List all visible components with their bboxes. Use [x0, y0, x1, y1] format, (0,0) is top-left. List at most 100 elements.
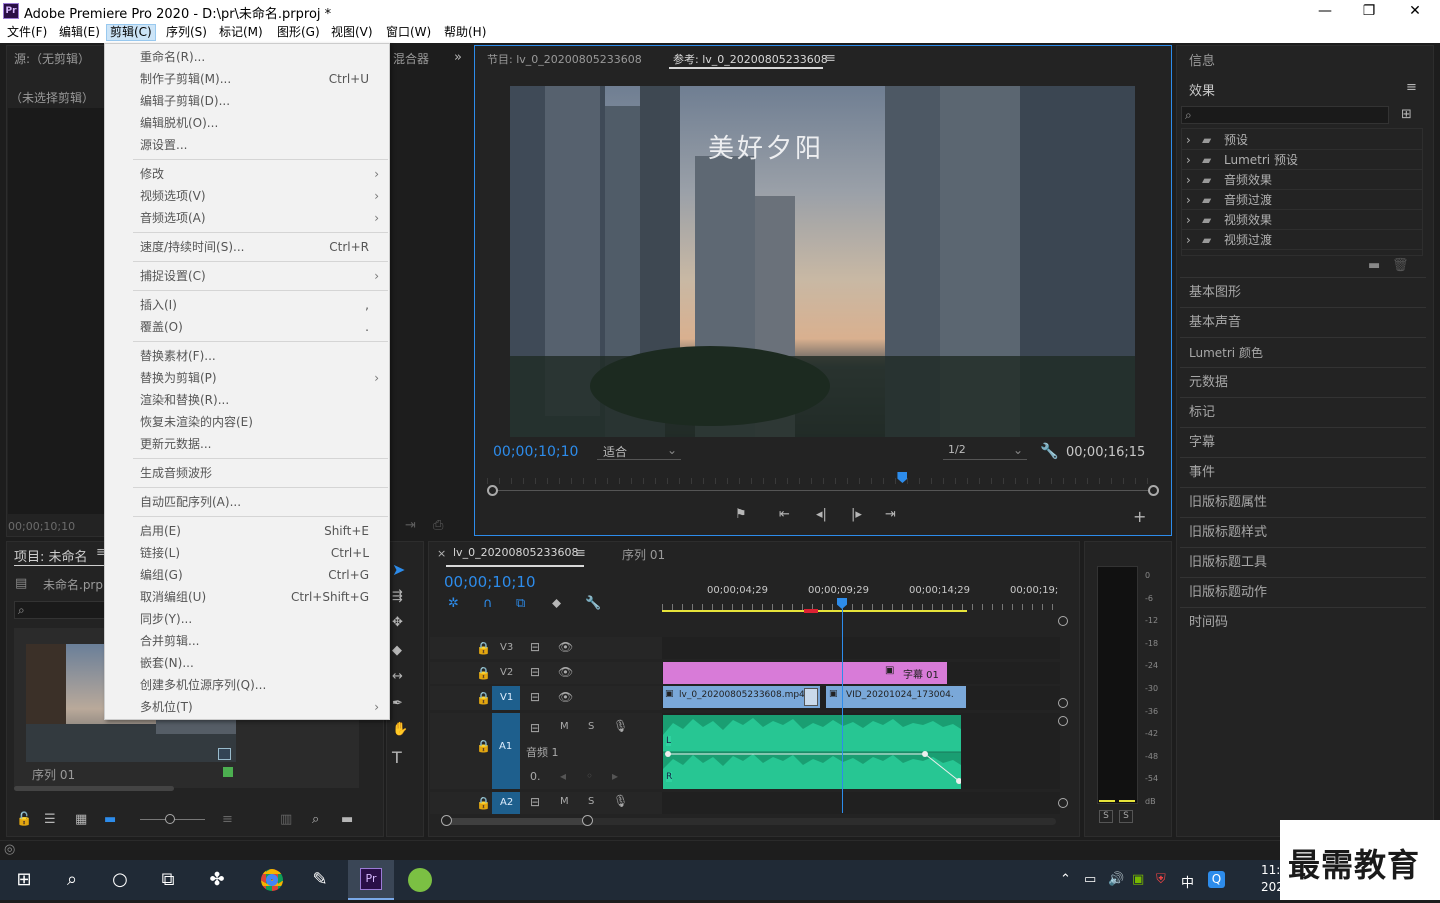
project-panel-title[interactable]: 项目: 未命名	[14, 546, 88, 565]
ripple-edit-tool-icon[interactable]: ✥	[392, 616, 403, 629]
pen-tool-icon[interactable]: ✒	[392, 697, 403, 710]
eye-icon[interactable]: 👁	[558, 665, 573, 679]
scroll-right-handle[interactable]	[582, 815, 593, 826]
lock-icon[interactable]: 🔒	[476, 739, 491, 753]
v-scroll-handle[interactable]	[1058, 616, 1068, 626]
folder-icon[interactable]: ▬	[1368, 259, 1380, 272]
new-bin-icon[interactable]: ⊞	[1401, 108, 1412, 121]
track-select-tool-icon[interactable]: ⇶	[392, 590, 403, 603]
find-icon[interactable]: ⌕	[312, 813, 319, 826]
solo-left-button[interactable]: S	[1099, 810, 1113, 823]
panel-markers[interactable]: 标记	[1180, 398, 1426, 428]
premiere-taskbar-button[interactable]: Pr	[348, 860, 394, 900]
insert-icon[interactable]: ⇥	[405, 519, 416, 532]
pan-value[interactable]: 0.	[530, 770, 541, 783]
clip-menu-item[interactable]: 恢复未渲染的内容(E)	[105, 411, 389, 433]
taskbar-clock[interactable]: 11:	[1261, 863, 1280, 877]
lock-icon[interactable]: 🔒	[476, 691, 491, 705]
prev-keyframe-icon[interactable]: ◂	[560, 769, 566, 783]
effects-item-video-transitions[interactable]: › ▰ 视频过渡	[1182, 230, 1422, 250]
task-view-icon[interactable]: ⧉	[148, 864, 188, 896]
qq-icon[interactable]: Q	[1208, 871, 1225, 888]
clip-menu-item[interactable]: 编组(G) Ctrl+G	[105, 564, 389, 586]
wrench-icon[interactable]: 🔧	[1040, 444, 1059, 459]
reference-tab[interactable]: 参考: lv_0_20200805233608	[673, 51, 828, 67]
clip-menu-item[interactable]: 源设置...	[105, 134, 389, 156]
menu-edit[interactable]: 编辑(E)	[56, 24, 103, 41]
a-scroll-handle[interactable]	[1058, 798, 1068, 808]
zoom-slider-handle[interactable]	[165, 814, 175, 824]
track-label-v1[interactable]: V1	[500, 692, 513, 703]
effects-item-presets[interactable]: › ▰ 预设	[1182, 130, 1422, 150]
sequence-tab[interactable]: 序列 01	[622, 546, 665, 563]
clip-menu-item[interactable]: 创建多机位源序列(Q)...	[105, 674, 389, 696]
list-view-icon[interactable]: ☰	[44, 813, 56, 826]
panel-essential-graphics[interactable]: 基本图形	[1180, 278, 1426, 308]
microphone-icon[interactable]: 🎙	[613, 794, 628, 808]
effects-item-video-effects[interactable]: › ▰ 视频效果	[1182, 210, 1422, 230]
panel-overflow-icon[interactable]: »	[454, 51, 462, 64]
eye-icon[interactable]: 👁	[558, 690, 573, 704]
selection-tool-icon[interactable]: ➤	[392, 562, 405, 578]
show-hidden-icons[interactable]: ⌃	[1060, 872, 1071, 887]
clip-menu-item[interactable]: 编辑子剪辑(D)...	[105, 90, 389, 112]
add-button-icon[interactable]: +	[1133, 509, 1146, 525]
step-forward-icon[interactable]: |▸	[851, 508, 862, 521]
nvidia-icon[interactable]: ▣	[1132, 872, 1144, 887]
slip-tool-icon[interactable]: ↔	[392, 670, 403, 683]
clip-menu-item[interactable]: 速度/持续时间(S)... Ctrl+R	[105, 236, 389, 258]
track-label-v3[interactable]: V3	[500, 642, 513, 653]
lock-icon[interactable]: 🔒	[476, 666, 491, 680]
effects-panel-title[interactable]: 效果	[1189, 80, 1215, 99]
lock-icon[interactable]: 🔒	[476, 641, 491, 655]
clip-menu-item[interactable]: 覆盖(O).	[105, 316, 389, 338]
menu-view[interactable]: 视图(V)	[328, 24, 376, 41]
chrome-icon[interactable]	[252, 864, 292, 896]
scrub-start-handle[interactable]	[487, 485, 498, 496]
automate-icon[interactable]: ▥	[280, 813, 292, 826]
panel-legacy-title-properties[interactable]: 旧版标题属性	[1180, 488, 1426, 518]
hamburger-icon[interactable]: ≡	[1406, 81, 1417, 94]
timeline-tab[interactable]: lv_0_20200805233608	[453, 546, 579, 559]
title-clip[interactable]: ▣ 字幕 01	[663, 662, 947, 684]
project-search-input[interactable]: ⌕	[14, 601, 106, 619]
clip-menu-item[interactable]: 修改 ›	[105, 163, 389, 185]
solo-toggle[interactable]: S	[588, 796, 594, 807]
scroll-left-handle[interactable]	[441, 815, 452, 826]
track-lane-a2[interactable]	[662, 792, 1060, 814]
volume-icon[interactable]: 🔊	[1108, 872, 1124, 887]
clip-menu-item[interactable]: 启用(E) Shift+E	[105, 520, 389, 542]
clip-menu-item[interactable]: 取消编组(U) Ctrl+Shift+G	[105, 586, 389, 608]
program-scrub-bar[interactable]	[492, 490, 1154, 491]
pinwheel-app-icon[interactable]: ✤	[197, 864, 237, 896]
hand-tool-icon[interactable]: ✋	[392, 723, 408, 736]
sync-lock-icon[interactable]: ⊟	[530, 795, 540, 809]
video-clip-2[interactable]: ▣ VID_20201024_173004.	[826, 686, 966, 708]
clip-menu-item[interactable]: 替换素材(F)...	[105, 345, 389, 367]
close-button[interactable]: ✕	[1392, 0, 1438, 22]
go-to-in-icon[interactable]: ⇤	[779, 508, 790, 521]
panel-events[interactable]: 事件	[1180, 458, 1426, 488]
eye-icon[interactable]: 👁	[558, 640, 573, 654]
track-label-v2[interactable]: V2	[500, 667, 513, 678]
panel-essential-sound[interactable]: 基本声音	[1180, 308, 1426, 338]
audio-clip[interactable]: L R	[663, 715, 961, 789]
effects-search-input[interactable]: ⌕	[1181, 106, 1389, 124]
panel-legacy-title-styles[interactable]: 旧版标题样式	[1180, 518, 1426, 548]
timeline-h-scroll-thumb[interactable]	[446, 818, 588, 825]
audio-mixer-tab[interactable]: 混合器	[393, 50, 429, 67]
clip-menu-item[interactable]: 音频选项(A) ›	[105, 207, 389, 229]
sync-lock-icon[interactable]: ⊟	[530, 721, 540, 735]
clip-menu-item[interactable]: 自动匹配序列(A)...	[105, 491, 389, 513]
clip-menu-item[interactable]: 嵌套(N)...	[105, 652, 389, 674]
step-back-icon[interactable]: ◂|	[816, 508, 827, 521]
trash-icon[interactable]: 🗑	[1392, 259, 1409, 272]
track-lane-v3[interactable]	[662, 637, 1060, 659]
network-icon[interactable]: ▭	[1084, 872, 1096, 887]
solo-toggle[interactable]: S	[588, 721, 594, 732]
hamburger-icon[interactable]: ≡	[825, 52, 836, 65]
menu-graphics[interactable]: 图形(G)	[274, 24, 323, 41]
nest-icon[interactable]: ✲	[448, 597, 459, 610]
add-marker-icon[interactable]: ⬥	[552, 597, 561, 610]
add-keyframe-icon[interactable]: ◦	[586, 769, 593, 783]
